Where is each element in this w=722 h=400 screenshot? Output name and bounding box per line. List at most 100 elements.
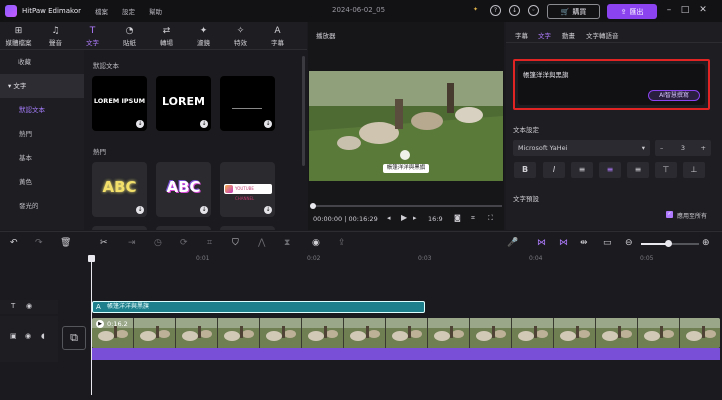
tool-transition[interactable]: ⇄ 轉場 [148, 22, 185, 50]
buy-button[interactable]: 🛒 購買 [547, 4, 600, 19]
link-icon[interactable]: ⋈ [559, 237, 568, 249]
maximize-icon[interactable]: □ [679, 4, 691, 16]
play-icon[interactable]: ▶ [401, 213, 407, 222]
close-icon[interactable]: ✕ [697, 4, 709, 16]
plus-icon[interactable]: + [701, 140, 706, 156]
tab-subtitle[interactable]: 字幕 [515, 30, 528, 40]
ai-write-button[interactable]: AI智慧撰寫 [648, 90, 700, 101]
aspect-ratio-select[interactable]: 16:9 [428, 215, 443, 223]
sidebar-item-basic[interactable]: 基本 [0, 146, 84, 170]
video-clip[interactable]: ▶ 0:16.2 [92, 318, 720, 348]
download-icon[interactable]: ↓ [264, 206, 272, 214]
zoom-slider[interactable] [641, 240, 699, 247]
playhead-handle[interactable] [88, 255, 95, 262]
microphone-icon[interactable]: 🎤 [507, 237, 518, 249]
tool-text[interactable]: T 文字 [74, 22, 111, 50]
eye-icon[interactable]: ◉ [25, 332, 31, 340]
tab-animation[interactable]: 動畫 [562, 30, 575, 40]
text-template-card[interactable]: LOREM IPSUM ↓ [92, 76, 147, 131]
sidebar-item-yellow[interactable]: 黃色 [0, 170, 84, 194]
export-button[interactable]: ⇪ 匯出 [607, 4, 657, 19]
sidebar-item-glow[interactable]: 發光的 [0, 194, 84, 218]
snapshot-icon[interactable]: ◙ [454, 214, 461, 222]
align-bottom-icon[interactable]: ⊥ [683, 162, 705, 178]
playhead[interactable] [88, 255, 95, 395]
help-icon[interactable]: ? [490, 5, 501, 16]
library-scrollbar[interactable] [302, 56, 305, 166]
text-template-card[interactable] [220, 226, 275, 230]
menu-file[interactable]: 檔案 [95, 6, 108, 16]
text-template-card[interactable]: ABC ↓ [156, 162, 211, 217]
crop-icon[interactable]: ⌗ [207, 237, 212, 249]
cover-image-icon[interactable]: ⧉ [62, 326, 86, 350]
tool-subtitle[interactable]: A 字幕 [259, 22, 296, 50]
split-icon[interactable]: ✂ [100, 237, 108, 249]
rotate-icon[interactable]: ⟳ [180, 237, 188, 249]
align-center-icon[interactable]: ≡ [599, 162, 621, 178]
text-clip[interactable]: A 帳篷洋洋與黑旗 [92, 301, 425, 313]
text-template-card[interactable]: YOUTUBE CHANNEL ↓ [220, 162, 275, 217]
align-top-icon[interactable]: ⊤ [655, 162, 677, 178]
text-template-card[interactable]: ↓ [220, 76, 275, 131]
progress-handle[interactable] [310, 203, 316, 209]
magnet-icon[interactable]: ⋈ [537, 237, 546, 249]
minimize-icon[interactable]: – [663, 4, 675, 16]
mask-icon[interactable]: ⛉ [232, 237, 239, 249]
audio-fade-icon[interactable]: ⋀ [258, 237, 265, 249]
align-left-icon[interactable]: ≡ [571, 162, 593, 178]
timeline-ruler[interactable]: 0:01 0:02 0:03 0:04 0:05 [92, 253, 722, 267]
gift-icon[interactable]: ✦ [470, 5, 481, 16]
sidebar-item-default-text[interactable]: 默認文本 [0, 98, 84, 122]
progress-track[interactable] [310, 203, 502, 209]
text-template-card[interactable] [92, 226, 147, 230]
tool-sticker[interactable]: ◔ 貼紙 [111, 22, 148, 50]
download-icon[interactable]: ↓ [509, 5, 520, 16]
next-frame-icon[interactable]: ▸ [413, 214, 417, 222]
zoom-out-icon[interactable]: ⊖ [625, 237, 633, 249]
delete-icon[interactable]: 🗑 [60, 237, 71, 249]
font-select[interactable]: Microsoft YaHei ▾ [513, 140, 650, 156]
export-clip-icon[interactable]: ⇪ [338, 237, 346, 249]
zoom-in-icon[interactable]: ⊕ [702, 237, 710, 249]
apply-all-checkbox[interactable]: ✓ [666, 211, 673, 218]
eye-icon[interactable]: ◉ [26, 302, 32, 310]
video-caption[interactable]: 帳篷洋洋與黑旗 [383, 164, 429, 173]
record-icon[interactable]: ◉ [312, 237, 320, 249]
download-icon[interactable]: ↓ [136, 206, 144, 214]
undo-icon[interactable]: ↶ [10, 237, 18, 249]
text-presets-label[interactable]: 文字預設 [513, 193, 539, 203]
download-icon[interactable]: ↓ [264, 120, 272, 128]
sidebar-item-hot[interactable]: 熱門 [0, 122, 84, 146]
audio-clip[interactable] [92, 348, 720, 360]
font-size-stepper[interactable]: – 3 + [655, 140, 711, 156]
download-icon[interactable]: ↓ [136, 120, 144, 128]
download-icon[interactable]: ↓ [200, 206, 208, 214]
tool-media[interactable]: ⊞ 媒體檔案 [0, 22, 37, 50]
text-content-field[interactable]: 帳篷洋洋與黑旗 AI智慧撰寫 [518, 64, 705, 105]
menu-settings[interactable]: 設定 [122, 6, 135, 16]
tab-text[interactable]: 文字 [538, 30, 551, 40]
crop-icon[interactable]: ⌗ [471, 214, 475, 223]
bold-icon[interactable]: B [514, 162, 536, 178]
video-preview[interactable]: 帳篷洋洋與黑旗 [309, 71, 503, 181]
account-icon[interactable]: ◦ [528, 5, 539, 16]
download-icon[interactable]: ↓ [200, 120, 208, 128]
menu-help[interactable]: 幫助 [149, 6, 162, 16]
snap-icon[interactable]: ⇹ [580, 237, 588, 249]
text-template-card[interactable]: ABC ↓ [92, 162, 147, 217]
align-right-icon[interactable]: ≡ [627, 162, 649, 178]
minus-icon[interactable]: – [660, 140, 663, 156]
italic-icon[interactable]: I [543, 162, 565, 178]
text-template-card[interactable] [156, 226, 211, 230]
sidebar-item-text[interactable]: ▾ 文字 [0, 74, 84, 98]
freeze-icon[interactable]: ⧗ [284, 237, 290, 249]
trim-icon[interactable]: ⇥ [128, 237, 136, 249]
text-template-card[interactable]: LOREM ↓ [156, 76, 211, 131]
speaker-icon[interactable]: ◖ [41, 332, 45, 340]
fit-icon[interactable]: ▭ [603, 237, 612, 249]
zoom-slider-handle[interactable] [665, 240, 672, 247]
tool-audio[interactable]: ♫ 聲音 [37, 22, 74, 50]
tool-filter[interactable]: ✦ 濾鏡 [185, 22, 222, 50]
previous-frame-icon[interactable]: ◂ [387, 214, 391, 222]
fullscreen-icon[interactable]: ⛶ [488, 214, 493, 223]
